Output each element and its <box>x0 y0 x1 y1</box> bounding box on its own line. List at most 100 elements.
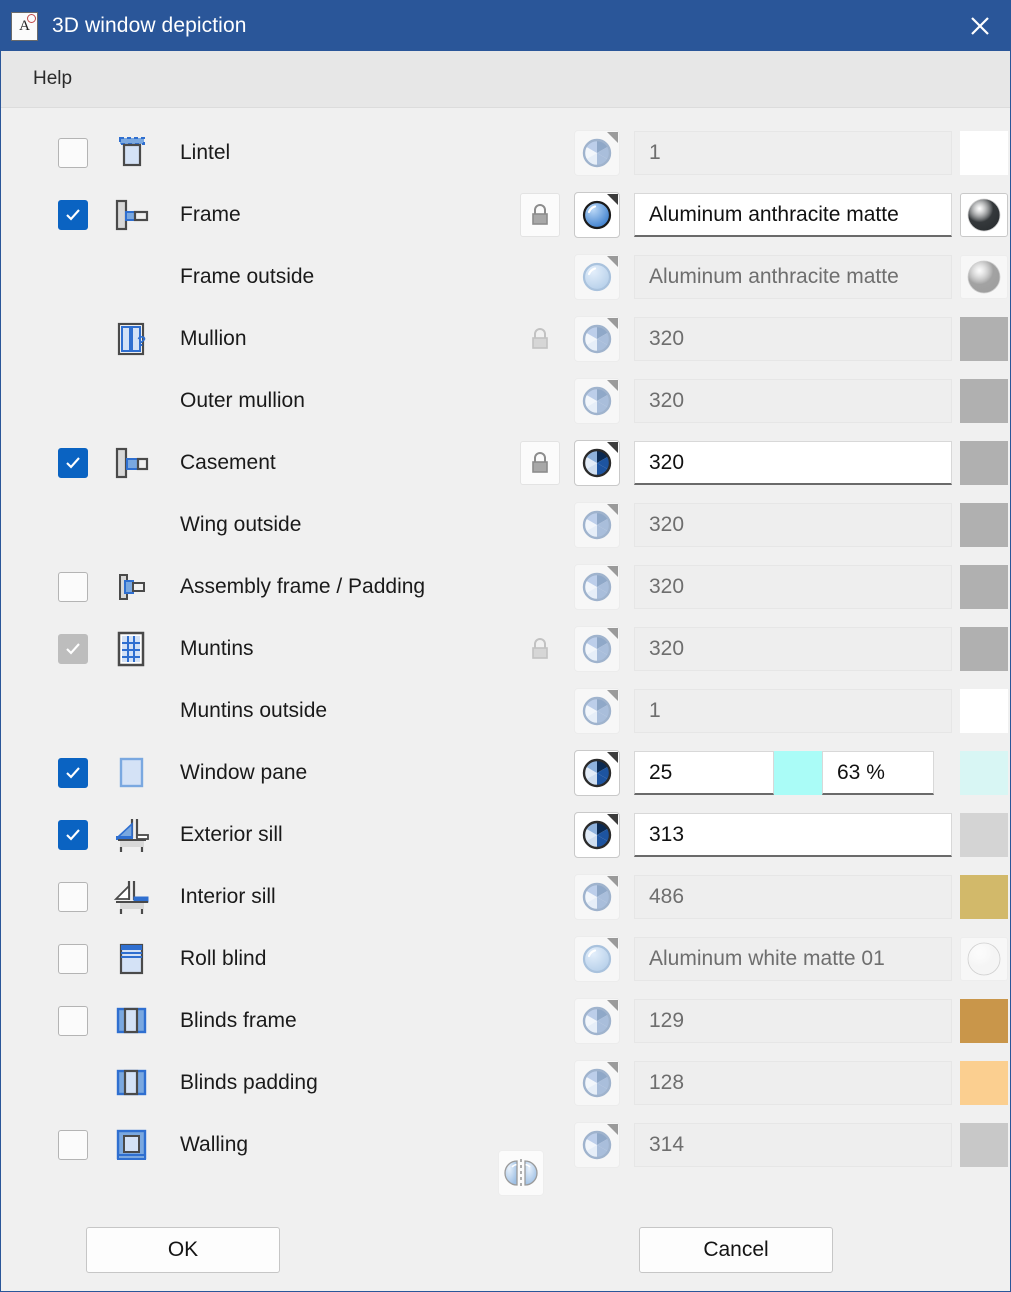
enable-checkbox-exterior-sill[interactable] <box>58 820 88 850</box>
row-icon-cell <box>100 750 162 796</box>
color-swatch[interactable] <box>960 999 1008 1043</box>
color-picker-button[interactable] <box>574 750 620 796</box>
component-row: Lintel 1 <box>1 122 1010 184</box>
color-swatch[interactable] <box>960 317 1008 361</box>
material-picker-button[interactable] <box>574 192 620 238</box>
close-button[interactable] <box>950 1 1010 51</box>
value-cell: 313 <box>634 813 952 857</box>
lock-icon <box>532 328 548 349</box>
dropdown-corner-icon <box>607 628 618 639</box>
enable-checkbox-interior-sill[interactable] <box>58 882 88 912</box>
value-input[interactable]: 320 <box>634 565 952 609</box>
value-input[interactable]: 314 <box>634 1123 952 1167</box>
value-input[interactable]: 320 <box>634 379 952 423</box>
enable-checkbox-roll-blind[interactable] <box>58 944 88 974</box>
component-row: Interior sill 486 <box>1 866 1010 928</box>
color-picker-button[interactable] <box>574 812 620 858</box>
value-input[interactable]: 128 <box>634 1061 952 1105</box>
material-swatch[interactable] <box>960 937 1008 981</box>
color-swatch[interactable] <box>960 1061 1008 1105</box>
color-swatch[interactable] <box>960 627 1008 671</box>
dropdown-corner-icon <box>607 1124 618 1135</box>
menu-item-help[interactable]: Help <box>27 64 78 94</box>
color-swatch[interactable] <box>960 131 1008 175</box>
lock-button-disabled <box>520 627 560 671</box>
material-picker-button[interactable] <box>574 936 620 982</box>
row-icon-cell <box>100 998 162 1044</box>
row-icon-cell <box>100 564 162 610</box>
checkbox-cell <box>46 882 100 912</box>
swatch-cell <box>958 255 1010 299</box>
color-swatch[interactable] <box>960 503 1008 547</box>
value-input[interactable]: 320 <box>634 317 952 361</box>
material-swatch[interactable] <box>960 193 1008 237</box>
enable-checkbox-lintel[interactable] <box>58 138 88 168</box>
ok-button[interactable]: OK <box>86 1227 280 1273</box>
mirror-button[interactable] <box>498 1150 544 1196</box>
component-row: Roll blind Aluminum white matte 01 <box>1 928 1010 990</box>
value-cell: 320 <box>634 565 952 609</box>
color-picker-button[interactable] <box>574 874 620 920</box>
value-input[interactable]: 313 <box>634 813 952 857</box>
row-icon-cell <box>100 192 162 238</box>
color-picker-button[interactable] <box>574 502 620 548</box>
muntins-icon <box>117 631 145 667</box>
color-picker-button[interactable] <box>574 130 620 176</box>
color-picker-button[interactable] <box>574 564 620 610</box>
color-swatch[interactable] <box>960 565 1008 609</box>
value-input[interactable]: 1 <box>634 131 952 175</box>
color-swatch[interactable] <box>960 813 1008 857</box>
blinds-padding-icon <box>108 1060 154 1106</box>
color-swatch[interactable] <box>960 751 1008 795</box>
color-picker-button[interactable] <box>574 378 620 424</box>
material-swatch[interactable] <box>960 255 1008 299</box>
enable-checkbox-muntins[interactable] <box>58 634 88 664</box>
value-input[interactable]: 320 <box>634 441 952 485</box>
value-input[interactable]: 320 <box>634 627 952 671</box>
value-input[interactable]: Aluminum white matte 01 <box>634 937 952 981</box>
enable-checkbox-walling[interactable] <box>58 1130 88 1160</box>
value-input[interactable]: 129 <box>634 999 952 1043</box>
enable-checkbox-window-pane[interactable] <box>58 758 88 788</box>
value-input[interactable]: 25 <box>634 751 774 795</box>
color-swatch[interactable] <box>960 441 1008 485</box>
row-label: Outer mullion <box>180 389 305 412</box>
checkbox-cell <box>46 138 100 168</box>
color-swatch[interactable] <box>960 1123 1008 1167</box>
value-cell: 320 <box>634 317 952 361</box>
value-input[interactable]: Aluminum anthracite matte <box>634 193 952 237</box>
enable-checkbox-blinds-frame[interactable] <box>58 1006 88 1036</box>
lock-icon <box>532 452 548 473</box>
enable-checkbox-assembly-frame-padding[interactable] <box>58 572 88 602</box>
enable-checkbox-casement[interactable] <box>58 448 88 478</box>
value-cell: 320 <box>634 627 952 671</box>
checkbox-cell <box>46 944 100 974</box>
window-title: 3D window depiction <box>52 14 247 37</box>
color-swatch[interactable] <box>960 379 1008 423</box>
material-picker-button[interactable] <box>574 254 620 300</box>
color-picker-button[interactable] <box>574 1060 620 1106</box>
color-picker-button[interactable] <box>574 626 620 672</box>
color-picker-button[interactable] <box>574 316 620 362</box>
value-percent-input[interactable]: 63 % <box>822 751 934 795</box>
lock-button[interactable] <box>520 193 560 237</box>
picker-cell <box>568 130 626 176</box>
row-label: Window pane <box>180 761 308 784</box>
color-picker-button[interactable] <box>574 688 620 734</box>
lock-button[interactable] <box>520 441 560 485</box>
enable-checkbox-frame[interactable] <box>58 200 88 230</box>
value-input[interactable]: 486 <box>634 875 952 919</box>
value-input[interactable]: 1 <box>634 689 952 733</box>
value-input[interactable]: 320 <box>634 503 952 547</box>
value-input[interactable]: Aluminum anthracite matte <box>634 255 952 299</box>
color-picker-button[interactable] <box>574 1122 620 1168</box>
color-picker-button[interactable] <box>574 998 620 1044</box>
title-bar: A 3D window depiction <box>1 1 1010 51</box>
color-swatch[interactable] <box>960 689 1008 733</box>
cancel-button[interactable]: Cancel <box>639 1227 833 1273</box>
color-picker-button[interactable] <box>574 440 620 486</box>
pane-tint-swatch[interactable] <box>774 751 822 795</box>
picker-cell <box>568 440 626 486</box>
color-swatch[interactable] <box>960 875 1008 919</box>
picker-cell <box>568 812 626 858</box>
